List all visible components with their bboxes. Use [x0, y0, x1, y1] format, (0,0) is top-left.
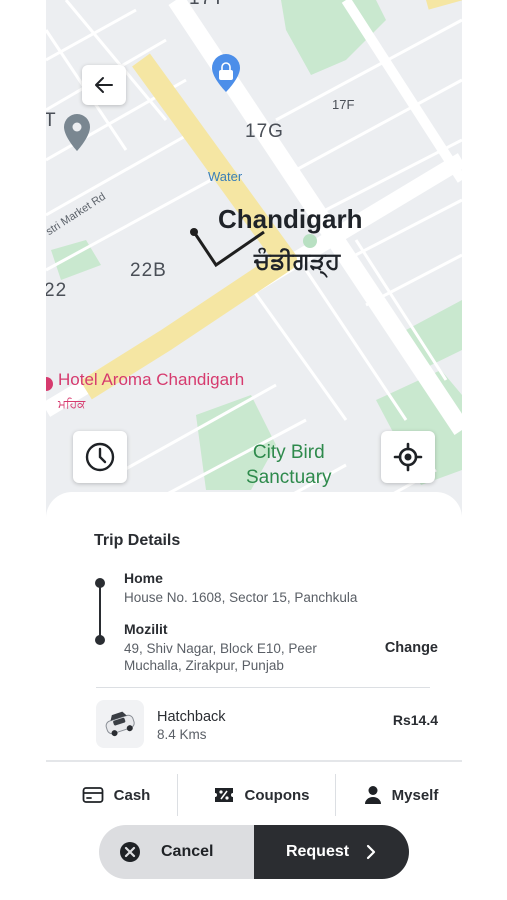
trip-details-title: Trip Details	[94, 532, 181, 549]
vehicle-name: Hatchback	[157, 709, 226, 725]
rider-option[interactable]: Myself	[346, 762, 456, 828]
change-button[interactable]: Change	[385, 640, 438, 656]
map-label-hotel: Hotel Aroma Chandigarh	[58, 370, 245, 389]
request-label: Request	[285, 843, 350, 860]
vehicle-icon-box	[96, 700, 144, 748]
arrow-left-icon	[95, 77, 113, 93]
pickup-address: House No. 1608, Sector 15, Panchkula	[124, 590, 358, 605]
pickup-name: Home	[124, 570, 163, 586]
action-bar: Cancel Request	[99, 825, 409, 879]
clock-icon	[85, 442, 115, 472]
divider	[96, 687, 430, 688]
request-button[interactable]: Request	[254, 825, 409, 879]
map-label-water: Water	[208, 169, 243, 184]
coupon-icon	[214, 788, 233, 802]
person-icon	[364, 786, 381, 804]
map-label-17f: 17F	[332, 97, 355, 112]
payment-bar: Cash Coupons Myself	[46, 760, 462, 828]
cash-label: Cash	[113, 786, 151, 804]
vehicle-distance: 8.4 Kms	[157, 727, 207, 742]
history-button[interactable]	[73, 431, 127, 483]
cash-option[interactable]: Cash	[56, 762, 176, 828]
map-label-city-punjabi: ਚੰਡੀਗੜ੍ਹ	[254, 248, 341, 275]
map-label-sector-top: 17T	[189, 0, 225, 10]
coupons-option[interactable]: Coupons	[186, 762, 336, 828]
card-icon	[82, 787, 104, 803]
map-label-22b: 22B	[130, 260, 167, 281]
drop-name: Mozilit	[124, 621, 168, 637]
map-label-22: 22	[46, 280, 68, 301]
phone-screen: 17T 17F 17G 22B 22 T stri Market Rd Wate…	[46, 0, 462, 900]
cancel-label: Cancel	[161, 843, 214, 860]
map-label-park-line1: City Bird	[252, 442, 325, 463]
chevron-right-icon	[366, 844, 376, 860]
drop-address: 49, Shiv Nagar, Block E10, Peer Muchalla…	[124, 641, 317, 673]
vehicle-price: Rs14.4	[392, 712, 438, 728]
map-label-city: Chandigarh	[218, 204, 363, 234]
map-label-park-line2: Sanctuary	[246, 467, 332, 488]
pay-separator	[335, 774, 336, 816]
map-label-hotel-sub: ਮਹਿਕ	[58, 397, 86, 411]
rider-label: Myself	[391, 786, 439, 804]
crosshair-icon	[393, 442, 423, 472]
trip-sheet: Trip Details Home House No. 1608, Sector…	[46, 492, 462, 900]
car-icon	[105, 711, 135, 737]
drop-dot	[95, 635, 105, 645]
map-view[interactable]: 17T 17F 17G 22B 22 T stri Market Rd Wate…	[46, 0, 462, 520]
map-label-park: City Bird Sanctuary	[246, 440, 332, 490]
coupons-label: Coupons	[244, 786, 310, 804]
route-connector	[99, 585, 101, 640]
locate-me-button[interactable]	[381, 431, 435, 483]
map-label-17g: 17G	[245, 121, 284, 142]
map-label-t: T	[46, 110, 57, 131]
close-circle-icon	[120, 842, 140, 862]
pay-separator	[177, 774, 178, 816]
back-button[interactable]	[82, 65, 126, 105]
cancel-button[interactable]: Cancel	[99, 825, 254, 879]
